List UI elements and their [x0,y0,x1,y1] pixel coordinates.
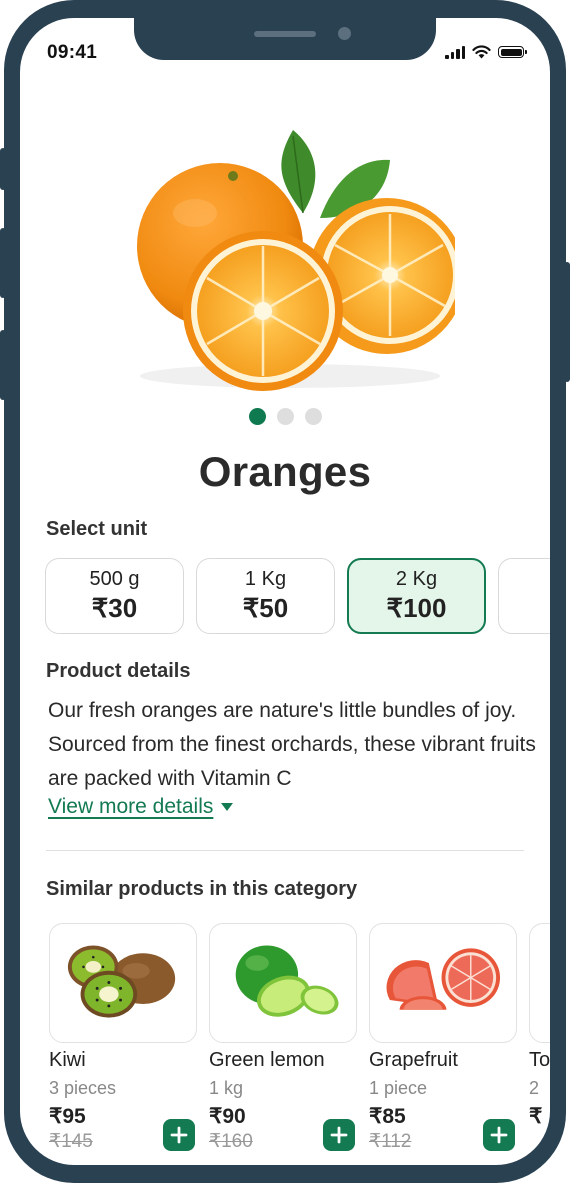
select-unit-label: Select unit [46,518,148,540]
speaker-grille [254,31,316,37]
product-name: Green lemon [209,1049,325,1071]
signal-icon [445,45,465,59]
product-image [137,130,455,391]
app-screen: 09:41 Oranges Select unit 500 g ₹30 1 Kg… [20,18,550,1165]
unit-name: 500 g [89,568,140,590]
product-description: Our fresh oranges are nature's little bu… [48,699,536,790]
phone-notch [134,18,436,60]
product-card-green-lemon[interactable]: Green lemon 1 kg ₹90 ₹160 [209,923,357,1153]
product-quantity: 3 pieces [49,1078,117,1098]
product-name: Grapefruit [369,1049,458,1071]
phone-mockup: 09:41 Oranges Select unit 500 g ₹30 1 Kg… [0,0,570,1183]
grapefruit-image [369,923,517,1043]
similar-products-label: Similar products in this category [46,878,358,900]
unit-option-500g[interactable]: 500 g ₹30 [45,558,184,634]
plus-icon [330,1126,348,1144]
product-price: ₹ [529,1105,543,1128]
add-to-cart-button[interactable] [163,1119,195,1151]
plus-icon [490,1126,508,1144]
front-camera [338,27,351,40]
carousel-dot-1[interactable] [248,408,266,425]
unit-name: 1 Kg [244,568,287,590]
battery-icon [498,46,527,58]
kiwi-image [49,923,197,1043]
product-quantity: 2 [529,1078,540,1098]
status-time: 09:41 [47,42,98,63]
product-card-grapefruit[interactable]: Grapefruit 1 piece ₹85 ₹112 [369,923,517,1153]
carousel-dot-3[interactable] [304,408,322,425]
product-card-kiwi[interactable]: Kiwi 3 pieces ₹95 ₹145 [49,923,197,1153]
product-card-partial[interactable]: To 2 ₹ [529,923,550,1153]
unit-option-1kg[interactable]: 1 Kg ₹50 [196,558,335,634]
unit-price: ₹50 [242,593,289,623]
similar-products-list: Kiwi 3 pieces ₹95 ₹145 Green lemon 1 kg … [49,923,550,1153]
unit-options: 500 g ₹30 1 Kg ₹50 2 Kg ₹100 [45,558,550,634]
unit-price: ₹100 [386,593,447,623]
wifi-icon [472,45,491,59]
view-more-label: View more details [48,795,214,818]
product-name: Kiwi [49,1049,86,1071]
product-title: Oranges [198,448,372,495]
caret-down-icon [221,803,234,811]
unit-option-2kg[interactable]: 2 Kg ₹100 [347,558,486,634]
add-to-cart-button[interactable] [323,1119,355,1151]
unit-price: ₹30 [91,593,138,623]
view-more-details-link[interactable]: View more details [48,795,234,819]
product-quantity: 1 piece [369,1078,428,1098]
section-divider [46,850,524,851]
green-lemon-image [209,923,357,1043]
carousel-dot-2[interactable] [276,408,294,425]
add-to-cart-button[interactable] [483,1119,515,1151]
product-quantity: 1 kg [209,1078,244,1098]
product-name: To [529,1049,550,1071]
unit-option-partial[interactable] [498,558,550,634]
plus-icon [170,1126,188,1144]
product-details-label: Product details [46,660,191,682]
image-carousel-indicator [20,408,550,425]
partial-product-image [529,923,550,1043]
status-icons [445,45,527,59]
unit-name: 2 Kg [395,568,438,590]
